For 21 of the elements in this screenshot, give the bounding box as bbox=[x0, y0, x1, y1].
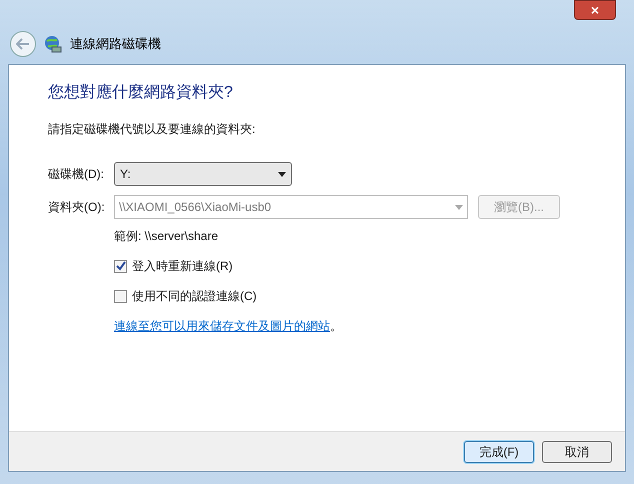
dialog-button[interactable]: 取消 bbox=[542, 440, 612, 462]
back-arrow-icon bbox=[16, 38, 30, 50]
dropdown-arrow-icon bbox=[278, 172, 286, 176]
dropdown-arrow-icon bbox=[455, 204, 463, 210]
example-text: 範例: \\server\share bbox=[114, 228, 220, 245]
checkbox[interactable] bbox=[114, 290, 127, 302]
checkbox-label: 登入時重新連線(R) bbox=[132, 258, 233, 275]
drive-label: 磁碟機(D): bbox=[48, 166, 105, 183]
drive-dropdown[interactable]: Y: bbox=[114, 162, 292, 186]
checkbox-label: 使用不同的認證連線(C) bbox=[132, 288, 257, 305]
checkbox[interactable] bbox=[114, 260, 127, 272]
website-link[interactable]: 連線至您可以用來儲存文件及圖片的網站 bbox=[114, 319, 330, 333]
period-text: 。 bbox=[330, 319, 342, 333]
back-button[interactable] bbox=[10, 31, 36, 57]
window-title: 連線網路磁碟機 bbox=[70, 35, 161, 54]
network-drive-icon bbox=[44, 35, 62, 53]
dialog-heading: 您想對應什麼網路資料夾? bbox=[48, 83, 234, 103]
folder-label: 資料夾(O): bbox=[48, 199, 106, 216]
close-button[interactable]: × bbox=[574, 0, 616, 20]
dialog-button[interactable]: 完成(F) bbox=[464, 440, 534, 462]
instruction-text: 請指定磁碟機代號以及要連線的資料夾: bbox=[48, 121, 256, 138]
